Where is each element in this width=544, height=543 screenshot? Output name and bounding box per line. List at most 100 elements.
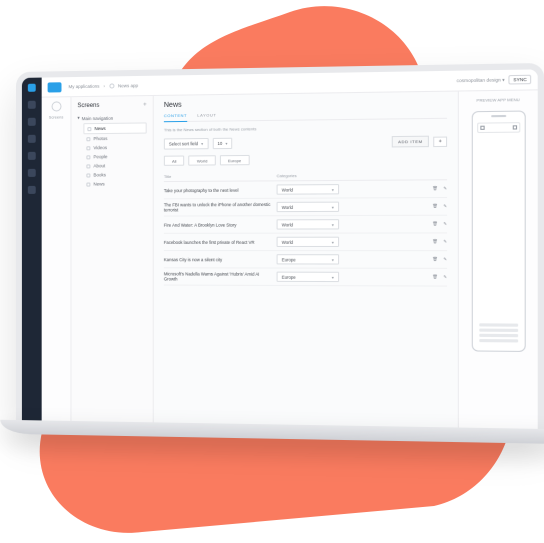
controls-row: Select sort field▾ 10▾ ADD ITEM + <box>164 135 447 149</box>
add-item-button[interactable]: ADD ITEM <box>392 136 429 148</box>
edit-icon[interactable]: ✎ <box>443 203 447 209</box>
chevron-down-icon: ▾ <box>201 141 203 146</box>
page-icon <box>86 164 90 168</box>
page-icon <box>87 127 91 131</box>
tabs: CONTENT LAYOUT <box>164 109 447 122</box>
screen-item[interactable]: Books <box>83 170 146 180</box>
filter-chip[interactable]: World <box>189 155 216 165</box>
laptop-mockup: My applications › News app cosmopolitan … <box>16 63 544 431</box>
screens-panel: Screens + ▾ Main navigation News Photos … <box>71 76 153 425</box>
cell-title: Facebook launches the first private of R… <box>164 239 277 244</box>
table-row: Microsoft's Nadella Warns Against 'Hubri… <box>164 268 447 286</box>
chevron-down-icon: ▾ <box>332 187 334 192</box>
sync-button[interactable]: SYNC <box>509 75 531 85</box>
delete-icon[interactable]: 🗑 <box>432 221 438 227</box>
rail-item[interactable] <box>28 152 36 160</box>
category-select[interactable]: World▾ <box>277 219 340 229</box>
tab-content[interactable]: CONTENT <box>164 113 187 122</box>
chevron-down-icon: ▾ <box>332 222 334 227</box>
rail-item[interactable] <box>28 118 36 126</box>
delete-icon[interactable]: 🗑 <box>432 186 438 192</box>
page-icon <box>86 155 90 159</box>
edit-icon[interactable]: ✎ <box>443 239 447 245</box>
app-screen: My applications › News app cosmopolitan … <box>16 63 544 431</box>
app-logo[interactable] <box>48 82 62 92</box>
table-row: Facebook launches the first private of R… <box>164 233 447 251</box>
phone-menu <box>479 323 518 342</box>
filter-chips: All World Europe <box>164 153 447 166</box>
category-select[interactable]: World▾ <box>277 237 340 247</box>
chevron-down-icon: ▾ <box>332 257 334 262</box>
side-col: Screens <box>42 77 72 423</box>
delete-icon[interactable]: 🗑 <box>432 203 438 209</box>
tab-layout[interactable]: LAYOUT <box>197 112 216 117</box>
breadcrumb-app[interactable]: News app <box>118 83 138 88</box>
rail-item[interactable] <box>28 169 36 177</box>
chevron-down-icon: ▾ <box>225 141 227 146</box>
cell-title: Take your photography to the next level <box>164 187 277 193</box>
preview-label: PREVIEW APP MENU <box>476 97 519 103</box>
side-col-icon[interactable] <box>51 101 61 111</box>
delete-icon[interactable]: 🗑 <box>432 239 438 245</box>
nav-rail <box>22 78 42 423</box>
preview-panel: PREVIEW APP MENU <box>458 69 538 431</box>
rail-item-active[interactable] <box>28 84 36 92</box>
count-select[interactable]: 10▾ <box>212 138 232 149</box>
filter-chip[interactable]: Europe <box>220 155 250 165</box>
delete-icon[interactable]: 🗑 <box>432 256 438 262</box>
hint-text: This is the News section of both the New… <box>164 124 447 132</box>
category-select[interactable]: World▾ <box>277 184 340 195</box>
rail-item[interactable] <box>28 101 36 109</box>
page-title: News <box>164 98 447 109</box>
screen-item[interactable]: News <box>83 179 146 188</box>
side-col-label: Screens <box>49 114 64 119</box>
chevron-down-icon: ▾ <box>502 77 504 82</box>
sort-select[interactable]: Select sort field▾ <box>164 138 208 150</box>
screen-item[interactable]: About <box>83 161 146 171</box>
category-select[interactable]: World▾ <box>277 202 340 213</box>
screens-list: News Photos Videos People About Books Ne… <box>77 122 146 188</box>
category-select[interactable]: Europe▾ <box>277 254 340 264</box>
table-row: Kansas City is now a silent city Europe▾… <box>164 251 447 269</box>
screen-item[interactable]: News <box>83 122 146 134</box>
table-row: Take your photography to the next level … <box>164 180 447 199</box>
breadcrumb-app-icon <box>109 83 114 88</box>
phone-preview <box>471 111 525 352</box>
page-icon <box>86 146 90 150</box>
breadcrumb-sep: › <box>103 84 105 89</box>
chevron-down-icon: ▾ <box>332 239 334 244</box>
chevron-down-icon: ▾ <box>332 274 334 279</box>
main-panel: News CONTENT LAYOUT This is the News sec… <box>154 71 458 430</box>
screens-group[interactable]: ▾ Main navigation <box>77 114 146 121</box>
add-screen-button[interactable]: + <box>143 102 147 108</box>
col-title: Title <box>164 173 277 179</box>
edit-icon[interactable]: ✎ <box>443 274 447 280</box>
phone-header <box>477 122 520 133</box>
breadcrumb-root[interactable]: My applications <box>68 84 99 90</box>
category-select[interactable]: Europe▾ <box>277 272 340 282</box>
cell-title: Kansas City is now a silent city <box>164 257 277 262</box>
theme-dropdown[interactable]: cosmopolitan design ▾ <box>457 77 505 84</box>
page-icon <box>86 182 90 186</box>
page-icon <box>86 173 90 177</box>
rail-item[interactable] <box>28 186 36 194</box>
chevron-down-icon: ▾ <box>332 204 334 209</box>
search-icon[interactable] <box>512 125 516 129</box>
edit-icon[interactable]: ✎ <box>443 221 447 227</box>
table-row: Fire And Water: A Brooklyn Love Story Wo… <box>164 216 447 234</box>
rail-item[interactable] <box>28 135 36 143</box>
filter-chip[interactable]: All <box>164 156 185 166</box>
edit-icon[interactable]: ✎ <box>443 256 447 262</box>
chevron-down-icon: ▾ <box>77 115 79 121</box>
table-row: The FBI wants to unlock the iPhone of an… <box>164 198 447 217</box>
delete-icon[interactable]: 🗑 <box>432 274 438 280</box>
menu-icon[interactable] <box>480 126 484 130</box>
screens-title: Screens <box>77 103 99 109</box>
edit-icon[interactable]: ✎ <box>443 186 447 192</box>
add-item-plus-button[interactable]: + <box>433 136 447 147</box>
cell-title: Microsoft's Nadella Warns Against 'Hubri… <box>164 271 277 282</box>
col-category: Categories <box>277 173 340 179</box>
cell-title: The FBI wants to unlock the iPhone of an… <box>164 202 277 213</box>
cell-title: Fire And Water: A Brooklyn Love Story <box>164 222 277 227</box>
page-icon <box>86 137 90 141</box>
